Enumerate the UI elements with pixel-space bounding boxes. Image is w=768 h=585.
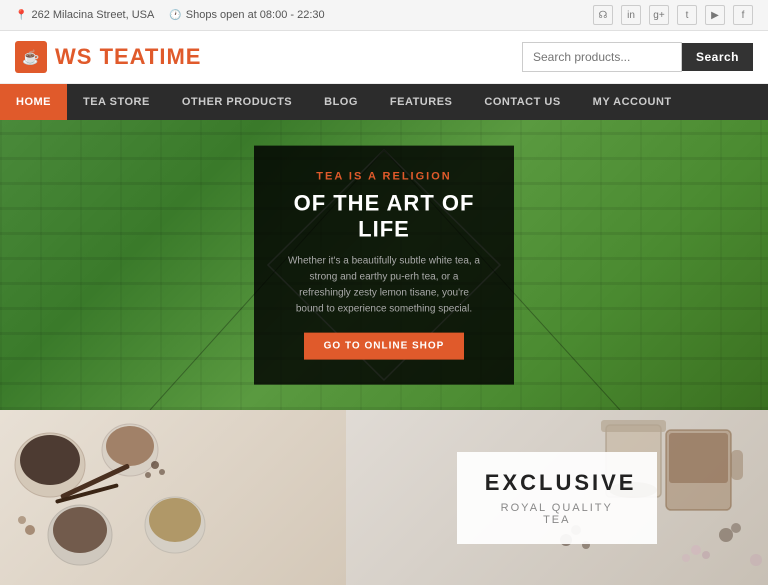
nav-item-contact[interactable]: CONTACT US [468, 84, 576, 120]
top-bar: 📍 262 Milacina Street, USA 🕐 Shops open … [0, 0, 768, 31]
twitter-icon[interactable]: t [677, 5, 697, 25]
address-text: 262 Milacina Street, USA [31, 9, 154, 21]
google-plus-icon[interactable]: g+ [649, 5, 669, 25]
instagram-icon[interactable]: ☊ [593, 5, 613, 25]
social-icons-group: ☊ in g+ t ▶ f [593, 5, 753, 25]
clock-icon: 🕐 [169, 10, 181, 21]
lower-section: EXCLUSIVE ROYAL QUALITY TEA [0, 410, 768, 585]
exclusive-sub: ROYAL QUALITY TEA [485, 502, 629, 526]
exclusive-overlay: EXCLUSIVE ROYAL QUALITY TEA [457, 452, 657, 544]
hero-title: OF THE ART OF LIFE [284, 191, 484, 244]
logo-icon: ☕ [15, 41, 47, 73]
hero-cta-button[interactable]: GO TO ONLINE SHOP [304, 332, 465, 359]
logo[interactable]: ☕ WS TEATIME [15, 41, 201, 73]
search-bar: Search [522, 42, 753, 72]
logo-text: WS TEATIME [55, 44, 201, 70]
top-bar-info-group: 📍 262 Milacina Street, USA 🕐 Shops open … [15, 9, 325, 21]
nav-item-features[interactable]: FEATURES [374, 84, 468, 120]
search-button[interactable]: Search [682, 43, 753, 71]
logo-teatime: TEATIME [100, 44, 202, 69]
hero-subtitle: TEA IS A RELIGION [284, 171, 484, 183]
hero-content-box: TEA IS A RELIGION OF THE ART OF LIFE Whe… [254, 146, 514, 385]
hours-text: Shops open at 08:00 - 22:30 [186, 9, 325, 21]
main-nav: HOME TEA STORE OTHER PRODUCTS BLOG FEATU… [0, 84, 768, 120]
hero-section: TEA IS A RELIGION OF THE ART OF LIFE Whe… [0, 120, 768, 410]
linkedin-icon[interactable]: in [621, 5, 641, 25]
search-input[interactable] [522, 42, 682, 72]
logo-ws: WS [55, 44, 100, 69]
lower-left-panel [0, 410, 346, 585]
exclusive-title: EXCLUSIVE [485, 470, 629, 496]
nav-item-home[interactable]: HOME [0, 84, 67, 120]
hero-description: Whether it's a beautifully subtle white … [284, 253, 484, 317]
header: ☕ WS TEATIME Search [0, 31, 768, 84]
facebook-icon[interactable]: f [733, 5, 753, 25]
tea-ingredients-image [0, 410, 346, 585]
nav-item-other-products[interactable]: OTHER PRODUCTS [166, 84, 308, 120]
address-info: 📍 262 Milacina Street, USA [15, 9, 154, 21]
hours-info: 🕐 Shops open at 08:00 - 22:30 [169, 9, 324, 21]
nav-item-account[interactable]: MY ACCOUNT [577, 84, 688, 120]
nav-item-blog[interactable]: BLOG [308, 84, 374, 120]
youtube-icon[interactable]: ▶ [705, 5, 725, 25]
lower-right-panel: EXCLUSIVE ROYAL QUALITY TEA [346, 410, 768, 585]
tea-bowls-svg [0, 410, 346, 585]
pin-icon: 📍 [15, 10, 27, 21]
nav-item-tea-store[interactable]: TEA STORE [67, 84, 166, 120]
